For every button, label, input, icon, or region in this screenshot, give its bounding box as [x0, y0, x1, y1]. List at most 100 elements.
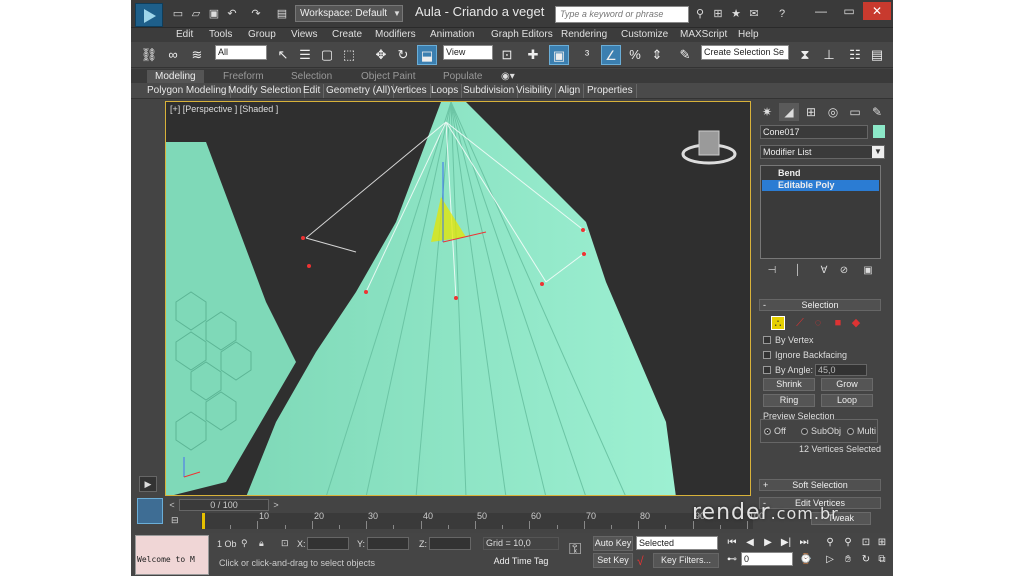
panel-modify-selection[interactable]: Modify Selection [228, 84, 306, 98]
menu-create[interactable]: Create [332, 28, 362, 42]
tab-populate[interactable]: Populate [443, 70, 482, 83]
stack-item-editable-poly[interactable]: Editable Poly [762, 180, 879, 191]
menu-edit[interactable]: Edit [176, 28, 193, 42]
by-vertex-option[interactable]: By Vertex [763, 334, 814, 346]
zoom-extents-icon[interactable]: ⊡ [859, 536, 873, 550]
window-crossing-icon[interactable]: ⬚ [339, 45, 359, 65]
new-file-icon[interactable]: ▭ [171, 7, 185, 21]
isolate-icon[interactable]: ⚲ [241, 538, 248, 549]
pin-stack-icon[interactable]: ⊣ [764, 264, 780, 278]
percent-snap-icon[interactable]: % [625, 45, 645, 65]
menu-help[interactable]: Help [738, 28, 759, 42]
rectangle-selection-icon[interactable]: ▢ [317, 45, 337, 65]
current-frame-marker[interactable] [202, 513, 205, 529]
close-button[interactable]: ✕ [863, 2, 891, 20]
preview-subobj-option[interactable]: SubObj [801, 425, 841, 437]
panel-geometry-all[interactable]: Geometry (All) [326, 84, 395, 98]
viewport-label[interactable]: [+] [Perspective ] [Shaded ] [170, 104, 278, 114]
edge-mode-icon[interactable]: ⟋ [793, 316, 807, 330]
go-to-end-icon[interactable]: ⏭ [797, 536, 811, 550]
field-of-view-icon[interactable]: ▷ [823, 553, 837, 567]
pan-view-icon[interactable]: ✋︎ [841, 553, 855, 567]
help-icon[interactable]: ? [775, 7, 789, 21]
y-coordinate-field[interactable] [367, 537, 409, 550]
select-object-icon[interactable]: ↖ [273, 45, 293, 65]
panel-loops[interactable]: Loops [431, 84, 463, 98]
menu-rendering[interactable]: Rendering [561, 28, 607, 42]
spinner-snap-icon[interactable]: ⇕ [647, 45, 667, 65]
preview-off-radio[interactable] [764, 428, 771, 435]
chevron-down-icon[interactable]: ▼ [391, 5, 403, 22]
remove-modifier-icon[interactable]: ⊘ [836, 264, 852, 278]
panel-subdivision[interactable]: Subdivision [463, 84, 519, 98]
panel-visibility[interactable]: Visibility [516, 84, 556, 98]
next-frame-arrow-icon[interactable]: > [271, 499, 281, 511]
preview-subobj-radio[interactable] [801, 428, 808, 435]
ignore-backfacing-option[interactable]: Ignore Backfacing [763, 349, 847, 361]
ring-button[interactable]: Ring [763, 394, 815, 407]
configure-modifier-sets-icon[interactable]: ▣ [860, 264, 876, 278]
scene-explorer-icon[interactable]: ☷ [845, 45, 865, 65]
element-mode-icon[interactable]: ◆ [849, 316, 863, 330]
by-angle-option[interactable]: By Angle: [763, 364, 813, 376]
move-icon[interactable]: ✥ [371, 45, 391, 65]
binoculars-icon[interactable]: ⚲ [693, 7, 707, 21]
prev-frame-arrow-icon[interactable]: < [167, 499, 177, 511]
create-tab-icon[interactable]: ✷ [757, 103, 777, 121]
track-bar[interactable]: 10 20 30 40 50 60 70 80 90 100 [201, 511, 764, 529]
key-mode-toggle-icon[interactable]: ⊷ [725, 553, 739, 567]
display-tab-icon[interactable]: ▭ [845, 103, 865, 121]
tab-selection[interactable]: Selection [291, 70, 332, 83]
modifier-list-dropdown[interactable]: Modifier List ▼ [760, 145, 885, 159]
communication-icon[interactable]: ✉ [747, 7, 761, 21]
polygon-mode-icon[interactable]: ■ [831, 316, 845, 330]
motion-tab-icon[interactable]: ◎ [823, 103, 843, 121]
pivot-center-icon[interactable]: ⊡ [497, 45, 517, 65]
tab-freeform[interactable]: Freeform [223, 70, 264, 83]
object-color-swatch[interactable] [873, 125, 885, 138]
x-coordinate-field[interactable] [307, 537, 349, 550]
z-coordinate-field[interactable] [429, 537, 471, 550]
maxscript-listener[interactable]: Welcome to M [135, 535, 209, 575]
make-unique-icon[interactable]: ∀ [816, 264, 832, 278]
undo-icon[interactable]: ↶ [225, 7, 239, 21]
select-by-name-icon[interactable]: ☰ [295, 45, 315, 65]
panel-edit[interactable]: Edit [303, 84, 325, 98]
shrink-button[interactable]: Shrink [763, 378, 815, 391]
absolute-mode-icon[interactable]: ⊡ [281, 538, 289, 549]
project-folder-icon[interactable]: ▤ [275, 7, 289, 21]
orbit-icon[interactable]: ↻ [859, 553, 873, 567]
viewport-layout-play-icon[interactable]: ▶ [139, 476, 157, 492]
menu-views[interactable]: Views [291, 28, 318, 42]
show-end-result-icon[interactable]: │ [790, 264, 806, 278]
align-icon[interactable]: ⊥ [819, 45, 839, 65]
previous-frame-icon[interactable]: ◀ [743, 536, 757, 550]
time-slider[interactable]: 0 / 100 [179, 499, 269, 511]
modify-tab-icon[interactable]: ◢ [779, 103, 799, 121]
edit-named-selection-icon[interactable]: ✎ [675, 45, 695, 65]
panel-align[interactable]: Align [558, 84, 585, 98]
loop-button[interactable]: Loop [821, 394, 873, 407]
panel-polygon-modeling[interactable]: Polygon Modeling [147, 84, 231, 98]
layer-explorer-icon[interactable]: ▤ [867, 45, 887, 65]
reference-coordinate-dropdown[interactable]: View [443, 45, 493, 60]
current-frame-field[interactable]: 0 [741, 552, 793, 566]
menu-maxscript[interactable]: MAXScript [680, 28, 727, 42]
open-file-icon[interactable]: ▱ [189, 7, 203, 21]
selection-filter-dropdown[interactable]: All [215, 45, 267, 60]
tab-object-paint[interactable]: Object Paint [361, 70, 415, 83]
subscription-icon[interactable]: ⊞ [711, 7, 725, 21]
angle-snap-icon[interactable]: ∠ [601, 45, 621, 65]
tab-modeling[interactable]: Modeling [147, 70, 204, 83]
time-configuration-icon[interactable]: ⌚ [799, 553, 813, 567]
menu-animation[interactable]: Animation [430, 28, 474, 42]
preview-multi-radio[interactable] [847, 428, 854, 435]
hierarchy-tab-icon[interactable]: ⊞ [801, 103, 821, 121]
preview-multi-option[interactable]: Multi [847, 425, 876, 437]
chevron-down-icon[interactable]: ▼ [872, 146, 884, 158]
maximize-button[interactable]: ▭ [835, 2, 863, 20]
favorites-icon[interactable]: ★ [729, 7, 743, 21]
panel-vertices[interactable]: Vertices [391, 84, 431, 98]
menu-tools[interactable]: Tools [209, 28, 232, 42]
key-icon[interactable]: ⚿ [569, 541, 581, 559]
